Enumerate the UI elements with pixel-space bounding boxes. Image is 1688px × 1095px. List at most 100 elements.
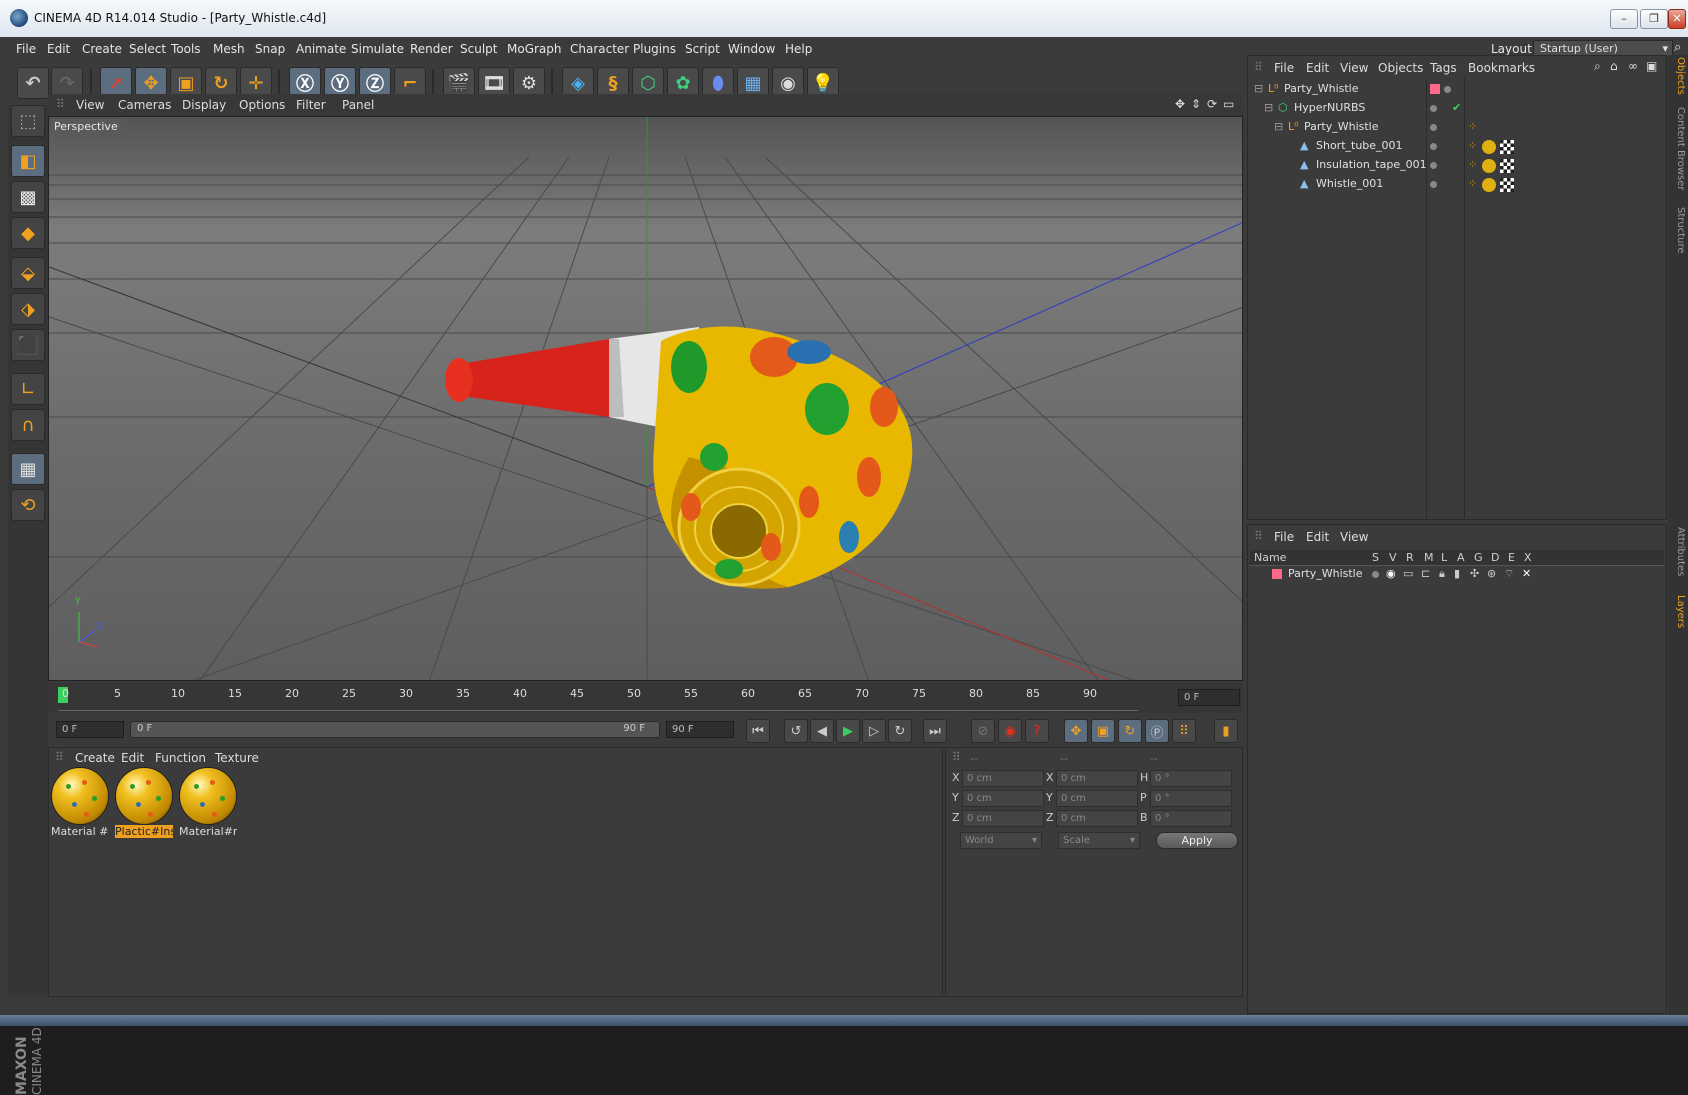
search-icon[interactable]: ⌕ (1674, 40, 1681, 55)
layer-menu-file[interactable]: File (1274, 530, 1294, 544)
material-tag-icon[interactable] (1482, 140, 1496, 154)
viewport-menu-cameras[interactable]: Cameras (118, 98, 171, 112)
phong-tag-icon[interactable]: ⁘ (1468, 139, 1477, 152)
keyframe-position-icon[interactable]: ✥ (1064, 719, 1088, 743)
position-x-field[interactable]: 0 cm (962, 770, 1044, 787)
column-view[interactable]: V (1389, 551, 1397, 564)
xref-icon[interactable]: ✕ (1522, 567, 1531, 580)
material-swatch[interactable]: Material#re (179, 767, 239, 839)
solo-dot[interactable] (1372, 571, 1379, 578)
layer-color-swatch[interactable] (1272, 569, 1282, 579)
uvw-tag-icon[interactable] (1500, 159, 1514, 173)
tab-layers[interactable]: Layers (1675, 595, 1686, 628)
phong-tag-icon[interactable]: ⁘ (1468, 120, 1477, 133)
new-manager-icon[interactable]: ▣ (1646, 59, 1657, 73)
next-key-icon[interactable]: ↻ (888, 719, 912, 743)
viewport-move-icon[interactable]: ✥ (1175, 97, 1185, 111)
texture-mode-icon[interactable]: ▩ (11, 181, 45, 213)
menu-file[interactable]: File (16, 42, 36, 56)
tweak-mode-icon[interactable]: ∩ (11, 409, 45, 441)
column-deformers[interactable]: D (1491, 551, 1499, 564)
tab-attributes[interactable]: Attributes (1675, 527, 1686, 576)
polygons-mode-icon[interactable]: ⬛ (11, 329, 45, 361)
preview-range-slider[interactable]: 0 F 90 F (130, 721, 660, 738)
rotation-p-field[interactable]: 0 ° (1150, 790, 1232, 807)
visibility-dot[interactable] (1444, 86, 1451, 93)
timeline-ruler[interactable]: 0 5 10 15 20 25 30 35 40 45 50 55 60 65 … (48, 683, 1243, 713)
expression-icon[interactable]: ⌔ (1504, 567, 1514, 581)
menu-mesh[interactable]: Mesh (213, 42, 245, 56)
next-frame-icon[interactable]: ▷ (862, 719, 886, 743)
size-y-field[interactable]: 0 cm (1056, 790, 1138, 807)
apply-button[interactable]: Apply (1156, 832, 1238, 849)
rotation-h-field[interactable]: 0 ° (1150, 770, 1232, 787)
phong-tag-icon[interactable]: ⁘ (1468, 158, 1477, 171)
menu-select[interactable]: Select (129, 42, 166, 56)
start-frame-field[interactable]: 0 F (56, 721, 124, 738)
menu-render[interactable]: Render (410, 42, 453, 56)
keyframe-pla-icon[interactable]: ⠿ (1172, 719, 1196, 743)
go-to-end-icon[interactable]: ⏭ (923, 719, 947, 743)
object-name[interactable]: HyperNURBS (1294, 101, 1365, 114)
column-manager[interactable]: M (1424, 551, 1434, 564)
timeline-layout-icon[interactable]: ▮ (1214, 719, 1238, 743)
object-menu-edit[interactable]: Edit (1306, 61, 1329, 75)
visible-eye-icon[interactable]: ◉ (1386, 567, 1396, 580)
perspective-viewport[interactable]: Perspective Y Z (48, 116, 1243, 681)
layer-name[interactable]: Party_Whistle (1288, 567, 1363, 580)
material-menu-function[interactable]: Function (155, 751, 206, 765)
tab-content-browser[interactable]: Content Browser (1675, 107, 1686, 190)
model-mode-icon[interactable]: ◧ (11, 145, 45, 177)
visibility-dot[interactable] (1430, 181, 1437, 188)
menu-snap[interactable]: Snap (255, 42, 285, 56)
viewport-maximize-icon[interactable]: ▭ (1223, 97, 1234, 111)
current-frame-field[interactable]: 0 F (1178, 689, 1240, 706)
autokey-icon[interactable]: ? (1025, 719, 1049, 743)
object-menu-bookmarks[interactable]: Bookmarks (1468, 61, 1535, 75)
end-frame-field[interactable]: 90 F (666, 721, 734, 738)
tree-row[interactable]: ▲ Insulation_tape_001 ⁘ (1248, 158, 1666, 178)
visibility-dot[interactable] (1430, 105, 1437, 112)
minimize-button[interactable]: – (1610, 9, 1638, 29)
viewport-zoom-icon[interactable]: ⇕ (1191, 97, 1201, 111)
tab-objects[interactable]: Objects (1675, 57, 1686, 95)
close-button[interactable]: ✕ (1668, 9, 1686, 29)
column-animation[interactable]: A (1457, 551, 1465, 564)
visibility-dot[interactable] (1430, 162, 1437, 169)
tree-row[interactable]: ⊟ L⁰ Party_Whistle (1248, 82, 1666, 102)
material-menu-texture[interactable]: Texture (215, 751, 259, 765)
generator-icon[interactable]: ✣ (1470, 567, 1479, 580)
object-menu-view[interactable]: View (1340, 61, 1368, 75)
workplane-lock-icon[interactable]: ⟲ (11, 489, 45, 521)
object-menu-objects[interactable]: Objects (1378, 61, 1423, 75)
object-menu-file[interactable]: File (1274, 61, 1294, 75)
layer-menu-edit[interactable]: Edit (1306, 530, 1329, 544)
play-icon[interactable]: ▶ (836, 719, 860, 743)
tree-row[interactable]: ⊟ L⁰ Party_Whistle ⁘ (1248, 120, 1666, 140)
material-swatch[interactable]: Material #r (51, 767, 111, 839)
keyframe-rotation-icon[interactable]: ↻ (1118, 719, 1142, 743)
tree-row[interactable]: ⊟ ⬡ HyperNURBS ✔ (1248, 101, 1666, 121)
search-icon[interactable]: ⌕ (1594, 59, 1601, 74)
column-solo[interactable]: S (1372, 551, 1379, 564)
animation-icon[interactable]: ▮ (1454, 567, 1460, 580)
viewport-menu-options[interactable]: Options (239, 98, 285, 112)
tab-structure[interactable]: Structure (1675, 207, 1686, 254)
lock-icon[interactable]: 🔒︎ (1439, 567, 1445, 581)
menu-tools[interactable]: Tools (171, 42, 201, 56)
visibility-dot[interactable] (1430, 124, 1437, 131)
layer-menu-view[interactable]: View (1340, 530, 1368, 544)
layer-row[interactable]: Party_Whistle ◉ ▭ ⊏ 🔒︎ ▮ ✣ ⊛ ⌔ ✕ (1248, 567, 1666, 587)
collapse-icon[interactable]: ⊟ (1264, 101, 1273, 114)
menu-simulate[interactable]: Simulate (351, 42, 404, 56)
object-name[interactable]: Insulation_tape_001 (1316, 158, 1427, 171)
material-tag-icon[interactable] (1482, 178, 1496, 192)
column-locked[interactable]: L (1441, 551, 1447, 564)
scale-mode-dropdown[interactable]: Scale ▾ (1058, 832, 1140, 849)
viewport-camera-label[interactable]: Perspective (51, 119, 121, 134)
menu-create[interactable]: Create (82, 42, 122, 56)
keyframe-scale-icon[interactable]: ▣ (1091, 719, 1115, 743)
previous-frame-icon[interactable]: ◀ (810, 719, 834, 743)
tree-row[interactable]: ▲ Short_tube_001 ⁘ (1248, 139, 1666, 159)
menu-plugins[interactable]: Plugins (633, 42, 676, 56)
